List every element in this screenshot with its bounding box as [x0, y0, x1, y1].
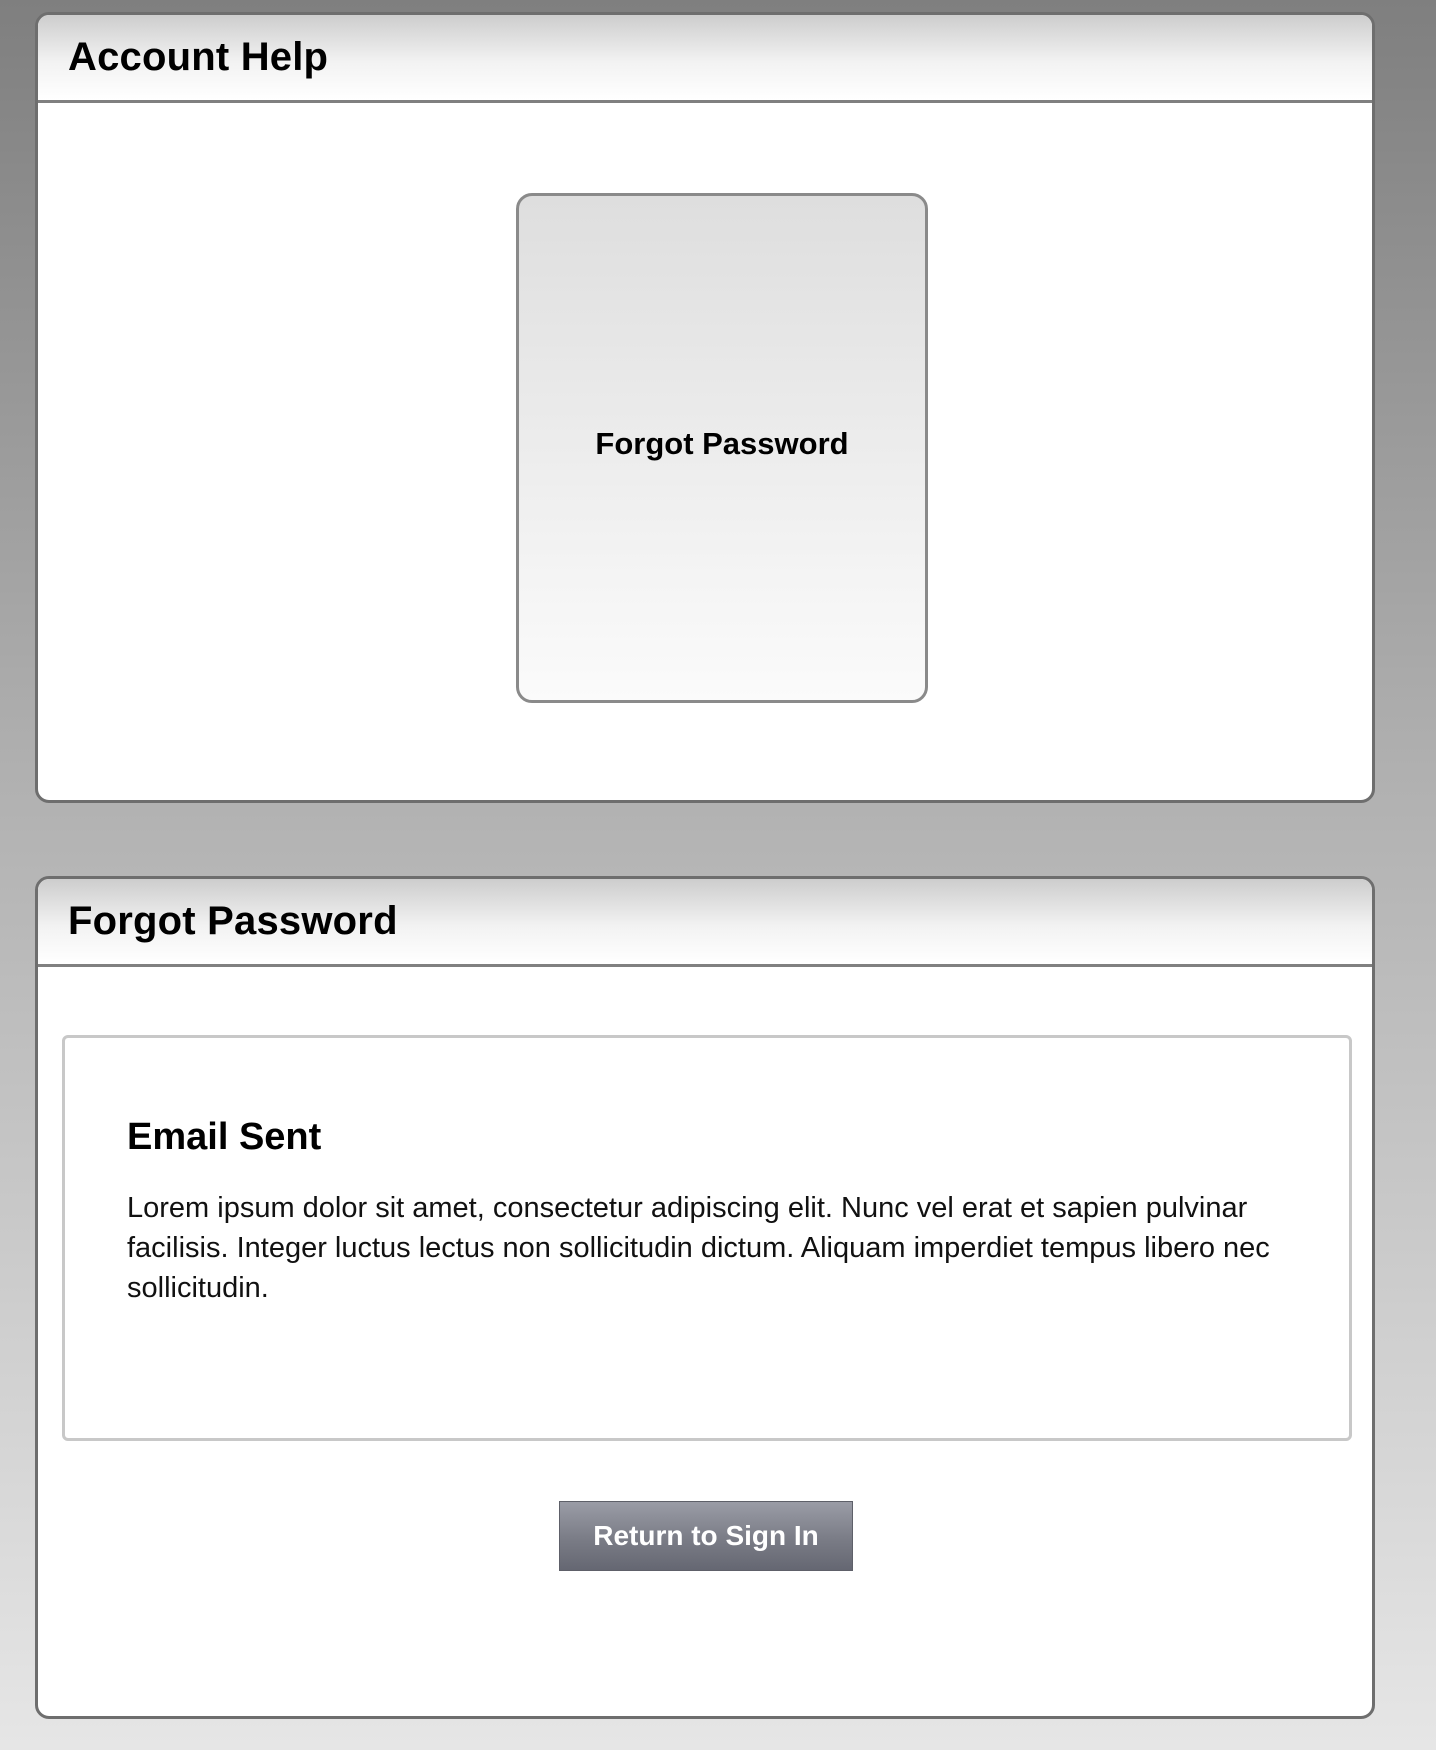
account-help-header: Account Help: [38, 15, 1372, 103]
account-help-panel: Account Help Forgot Password: [35, 12, 1375, 803]
forgot-password-title: Forgot Password: [68, 899, 398, 943]
email-sent-heading: Email Sent: [127, 1116, 322, 1158]
forgot-password-tile[interactable]: Forgot Password: [516, 193, 928, 703]
forgot-password-panel: Forgot Password Email Sent Lorem ipsum d…: [35, 876, 1375, 1719]
email-sent-message-box: Email Sent Lorem ipsum dolor sit amet, c…: [62, 1035, 1352, 1441]
forgot-password-header: Forgot Password: [38, 879, 1372, 967]
email-sent-body: Lorem ipsum dolor sit amet, consectetur …: [127, 1192, 1270, 1304]
account-help-title: Account Help: [68, 35, 329, 79]
return-to-sign-in-button[interactable]: Return to Sign In: [559, 1501, 853, 1571]
forgot-password-tile-label: Forgot Password: [595, 426, 849, 461]
